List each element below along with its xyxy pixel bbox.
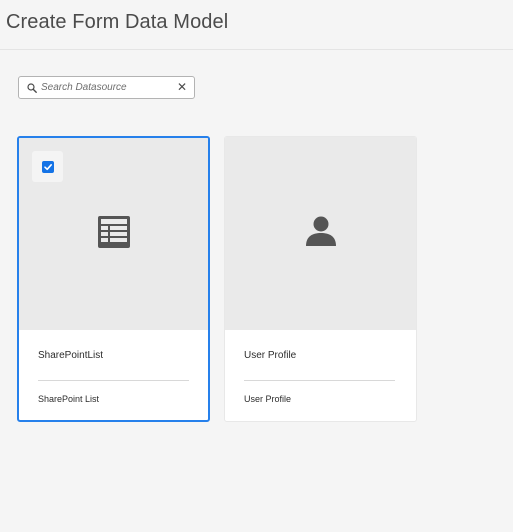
search-input[interactable]: [41, 82, 171, 93]
card-divider: [38, 380, 189, 381]
card-subtitle: SharePoint List: [38, 394, 100, 404]
card-title: User Profile: [244, 350, 297, 361]
close-icon[interactable]: ✕: [177, 80, 187, 94]
title-divider: [0, 49, 513, 50]
datasource-card-user-profile[interactable]: User Profile User Profile: [224, 136, 417, 422]
user-icon: [304, 214, 338, 253]
card-title: SharePointList: [38, 350, 104, 361]
card-preview: [225, 137, 416, 330]
checkmark-icon: [41, 160, 54, 173]
card-checkbox[interactable]: [32, 151, 63, 182]
card-subtitle: User Profile: [244, 394, 292, 404]
search-icon: [26, 82, 38, 94]
page-title: Create Form Data Model: [6, 11, 229, 33]
card-divider: [244, 380, 395, 381]
datasource-search-box[interactable]: ✕: [18, 76, 195, 99]
datasource-card-sharepointlist[interactable]: SharePointList SharePoint List: [17, 136, 210, 422]
table-icon: [97, 215, 131, 254]
